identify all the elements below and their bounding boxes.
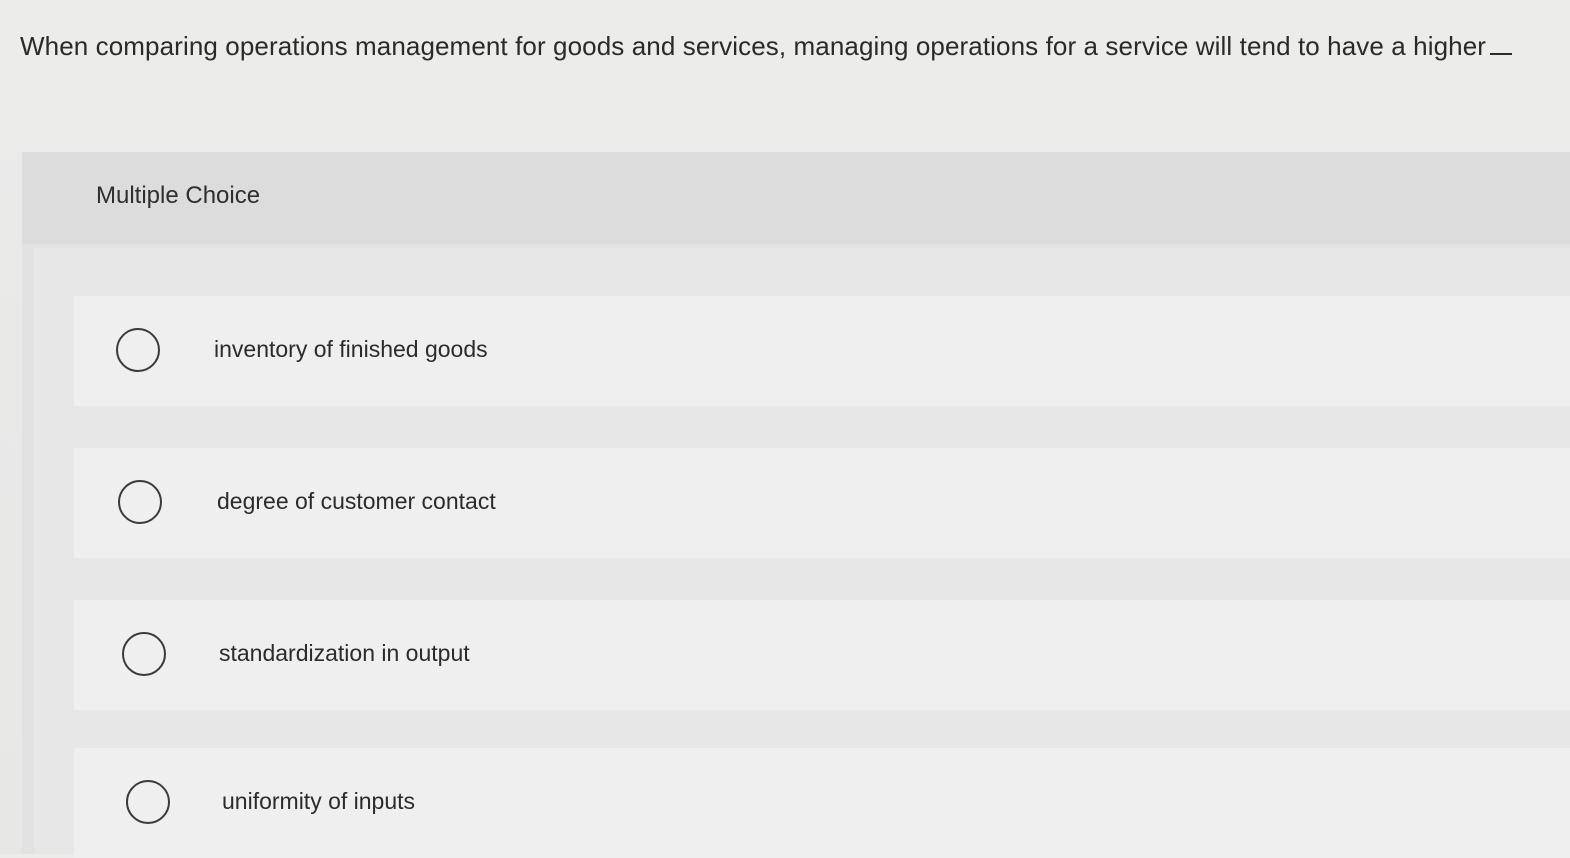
multiple-choice-label: Multiple Choice (96, 182, 261, 209)
multiple-choice-panel: Multiple Choice inventory of finished go… (22, 152, 1570, 858)
question-text-block: When comparing operations management for… (20, 28, 1570, 64)
option-standardization-in-output[interactable]: standardization in output (74, 600, 1570, 710)
option-label: uniformity of inputs (222, 788, 416, 814)
radio-button[interactable] (118, 480, 162, 524)
option-uniformity-of-inputs[interactable]: uniformity of inputs (74, 748, 1570, 858)
option-label: degree of customer contact (217, 488, 496, 514)
radio-button[interactable] (126, 780, 170, 824)
options-list: inventory of finished goods degree of cu… (34, 248, 1570, 858)
radio-button[interactable] (116, 328, 160, 372)
option-degree-of-customer-contact[interactable]: degree of customer contact (74, 448, 1570, 558)
option-inventory-of-finished-goods[interactable]: inventory of finished goods (74, 296, 1570, 406)
option-label: standardization in output (219, 640, 470, 666)
multiple-choice-header: Multiple Choice (22, 152, 1570, 244)
option-label: inventory of finished goods (214, 336, 488, 362)
radio-button[interactable] (122, 632, 166, 676)
answer-blank (1490, 33, 1513, 55)
question-text: When comparing operations management for… (20, 31, 1487, 61)
